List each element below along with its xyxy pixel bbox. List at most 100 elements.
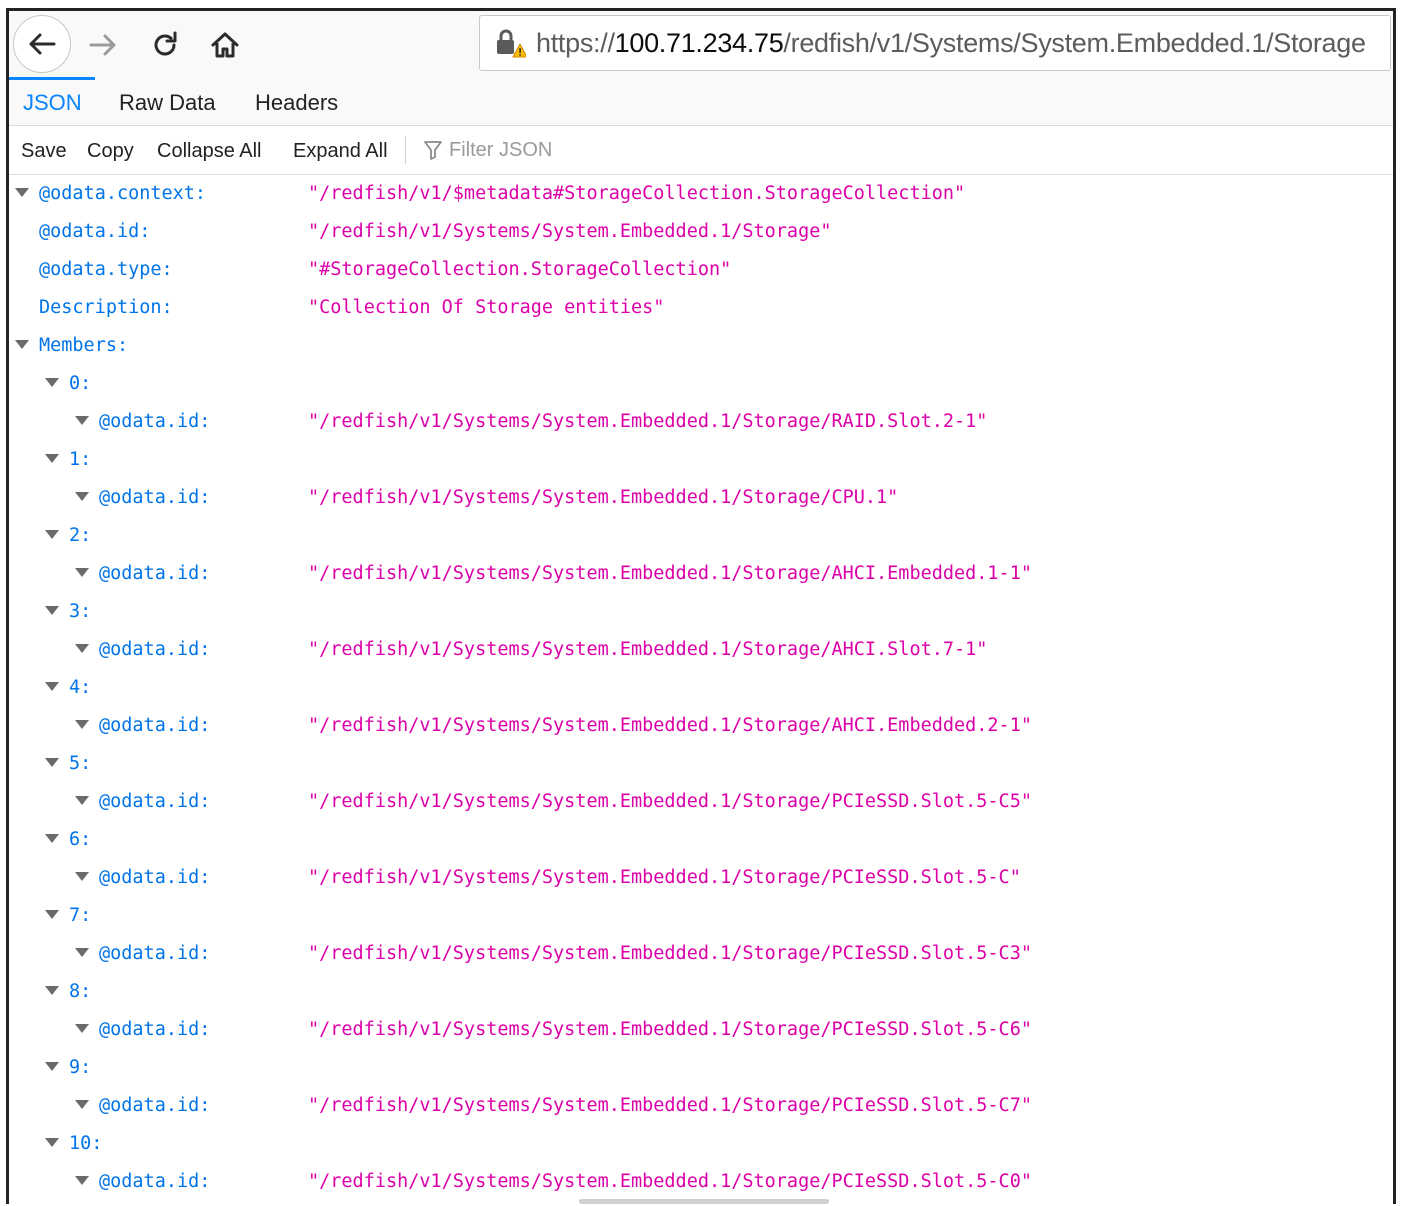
member-index-row[interactable]: 1: [45,441,91,479]
member-odata-id-row[interactable]: @odata.id: "/redfish/v1/Systems/System.Em… [75,555,1032,593]
json-key: Description: [39,297,173,318]
reload-button[interactable] [137,17,193,73]
json-value: "/redfish/v1/Systems/System.Embedded.1/S… [308,791,1032,812]
member-index: 9: [69,1057,92,1078]
json-key: @odata.context: [39,183,207,204]
json-row-members[interactable]: Members: [15,327,128,365]
expand-triangle-icon[interactable] [45,453,59,463]
member-odata-id-row[interactable]: @odata.id: "/redfish/v1/Systems/System.Em… [75,1087,1032,1125]
member-index-row[interactable]: 8: [45,973,91,1011]
json-value: "/redfish/v1/Systems/System.Embedded.1/S… [308,221,832,242]
expand-triangle-icon[interactable] [75,1175,89,1185]
member-index: 1: [69,449,92,470]
expand-triangle-icon[interactable] [75,947,89,957]
json-key: @odata.id: [99,1095,211,1116]
expand-triangle-icon[interactable] [45,757,59,767]
member-odata-id-row[interactable]: @odata.id: "/redfish/v1/Systems/System.Em… [75,631,987,669]
expand-triangle-icon[interactable] [75,415,89,425]
horizontal-scrollbar[interactable] [579,1199,829,1204]
home-button[interactable] [197,17,253,73]
member-index-row[interactable]: 2: [45,517,91,555]
back-arrow-icon [29,33,56,55]
member-odata-id-row[interactable]: @odata.id: "/redfish/v1/Systems/System.Em… [75,707,1032,745]
member-odata-id-row[interactable]: @odata.id: "/redfish/v1/Systems/System.Em… [75,935,1032,973]
copy-button[interactable]: Copy [87,126,134,174]
url-text: https://100.71.234.75/redfish/v1/Systems… [536,28,1366,59]
member-index: 0: [69,373,92,394]
member-index-row[interactable]: 10: [45,1125,102,1163]
member-odata-id-row[interactable]: @odata.id: "/redfish/v1/Systems/System.Em… [75,1011,1032,1049]
forward-button[interactable] [75,17,131,73]
json-key: @odata.id: [99,867,211,888]
expand-triangle-icon[interactable] [75,719,89,729]
json-key: @odata.id: [99,563,211,584]
expand-triangle-icon[interactable] [75,567,89,577]
expand-triangle-icon[interactable] [75,871,89,881]
save-button[interactable]: Save [21,126,67,174]
json-key: @odata.id: [99,715,211,736]
json-row-type[interactable]: @odata.type: "#StorageCollection.Storage… [39,251,731,289]
expand-triangle-icon[interactable] [45,529,59,539]
json-value: "/redfish/v1/Systems/System.Embedded.1/S… [308,639,988,660]
member-odata-id-row[interactable]: @odata.id: "/redfish/v1/Systems/System.Em… [75,1163,1032,1201]
json-value: "/redfish/v1/Systems/System.Embedded.1/S… [308,867,1021,888]
json-value: "/redfish/v1/Systems/System.Embedded.1/S… [308,1019,1032,1040]
expand-triangle-icon[interactable] [15,339,29,349]
expand-triangle-icon[interactable] [75,1023,89,1033]
filter-placeholder: Filter JSON [449,138,553,161]
json-row-id[interactable]: @odata.id: "/redfish/v1/Systems/System.E… [39,213,831,251]
filter-json-input[interactable]: Filter JSON [423,136,552,164]
member-odata-id-row[interactable]: @odata.id: "/redfish/v1/Systems/System.Em… [75,479,898,517]
member-index: 4: [69,677,92,698]
expand-triangle-icon[interactable] [45,1137,59,1147]
insecure-lock-icon[interactable] [492,26,528,60]
toolbar-divider [405,136,406,164]
expand-triangle-icon[interactable] [75,491,89,501]
collapse-all-button[interactable]: Collapse All [157,126,262,174]
expand-triangle-icon[interactable] [75,795,89,805]
json-value: "/redfish/v1/Systems/System.Embedded.1/S… [308,487,899,508]
url-host: 100.71.234.75 [614,27,784,58]
json-value: "#StorageCollection.StorageCollection" [308,259,732,280]
expand-triangle-icon[interactable] [75,643,89,653]
navigation-toolbar: https://100.71.234.75/redfish/v1/Systems… [9,11,1393,77]
expand-triangle-icon[interactable] [45,909,59,919]
expand-triangle-icon[interactable] [45,377,59,387]
back-button[interactable] [13,15,71,73]
json-key: Members: [39,335,129,356]
member-odata-id-row[interactable]: @odata.id: "/redfish/v1/Systems/System.Em… [75,859,1021,897]
member-index: 2: [69,525,92,546]
member-index: 7: [69,905,92,926]
expand-triangle-icon[interactable] [45,605,59,615]
json-key: @odata.id: [99,1019,211,1040]
member-odata-id-row[interactable]: @odata.id: "/redfish/v1/Systems/System.Em… [75,403,987,441]
json-row-context[interactable]: @odata.context: "/redfish/v1/$metadata#S… [15,175,965,213]
member-index-row[interactable]: 3: [45,593,91,631]
tab-raw-data[interactable]: Raw Data [111,77,224,125]
json-key: @odata.id: [39,221,151,242]
member-index-row[interactable]: 5: [45,745,91,783]
expand-triangle-icon[interactable] [75,1099,89,1109]
member-index-row[interactable]: 6: [45,821,91,859]
member-index-row[interactable]: 4: [45,669,91,707]
json-value: "/redfish/v1/Systems/System.Embedded.1/S… [308,715,1032,736]
url-scheme: https:// [536,27,615,58]
json-action-bar: Save Copy Collapse All Expand All Filter… [9,126,1393,175]
expand-triangle-icon[interactable] [45,985,59,995]
member-index-row[interactable]: 7: [45,897,91,935]
url-bar[interactable]: https://100.71.234.75/redfish/v1/Systems… [479,15,1391,71]
tab-json[interactable]: JSON [15,77,90,125]
json-row-description[interactable]: Description: "Collection Of Storage enti… [39,289,664,327]
member-odata-id-row[interactable]: @odata.id: "/redfish/v1/Systems/System.Em… [75,783,1032,821]
expand-triangle-icon[interactable] [45,833,59,843]
filter-funnel-icon [424,141,442,160]
expand-triangle-icon[interactable] [45,681,59,691]
forward-arrow-icon [89,34,116,56]
expand-triangle-icon[interactable] [15,187,29,197]
expand-triangle-icon[interactable] [45,1061,59,1071]
member-index-row[interactable]: 9: [45,1049,91,1087]
expand-all-button[interactable]: Expand All [293,126,388,174]
tab-headers[interactable]: Headers [247,77,346,125]
member-index-row[interactable]: 0: [45,365,91,403]
json-key: @odata.id: [99,639,211,660]
